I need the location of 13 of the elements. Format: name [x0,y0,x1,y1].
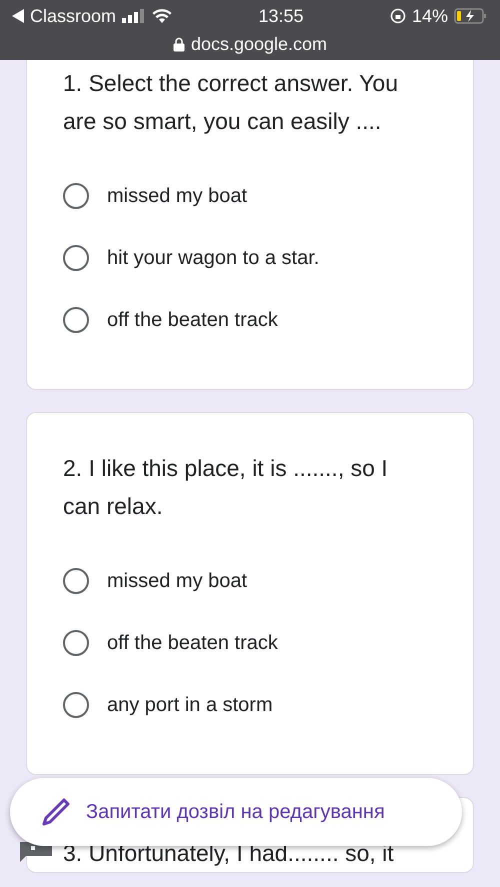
option-label[interactable]: hit your wagon to a star. [107,246,320,270]
question-text: 1. Select the correct answer. You are so smart, you can easily .... [63,69,399,136]
option-label[interactable]: off the beaten track [107,308,278,332]
option-label[interactable]: any port in a storm [107,694,273,716]
option-label[interactable]: off the beaten track [107,632,278,654]
back-app-label[interactable]: Classroom [30,6,116,26]
option-label[interactable]: missed my boat [107,570,248,592]
request-edit-button[interactable]: Запитати дозвіл на редагування [10,778,462,846]
question-text: 2. I like this place, it is ......., so I can relax. [63,454,389,521]
battery-percent: 14% [412,6,448,26]
url-text[interactable]: docs.google.com [190,34,328,54]
clock-time: 13:55 [258,6,304,26]
option-label[interactable]: missed my boat [107,184,248,208]
